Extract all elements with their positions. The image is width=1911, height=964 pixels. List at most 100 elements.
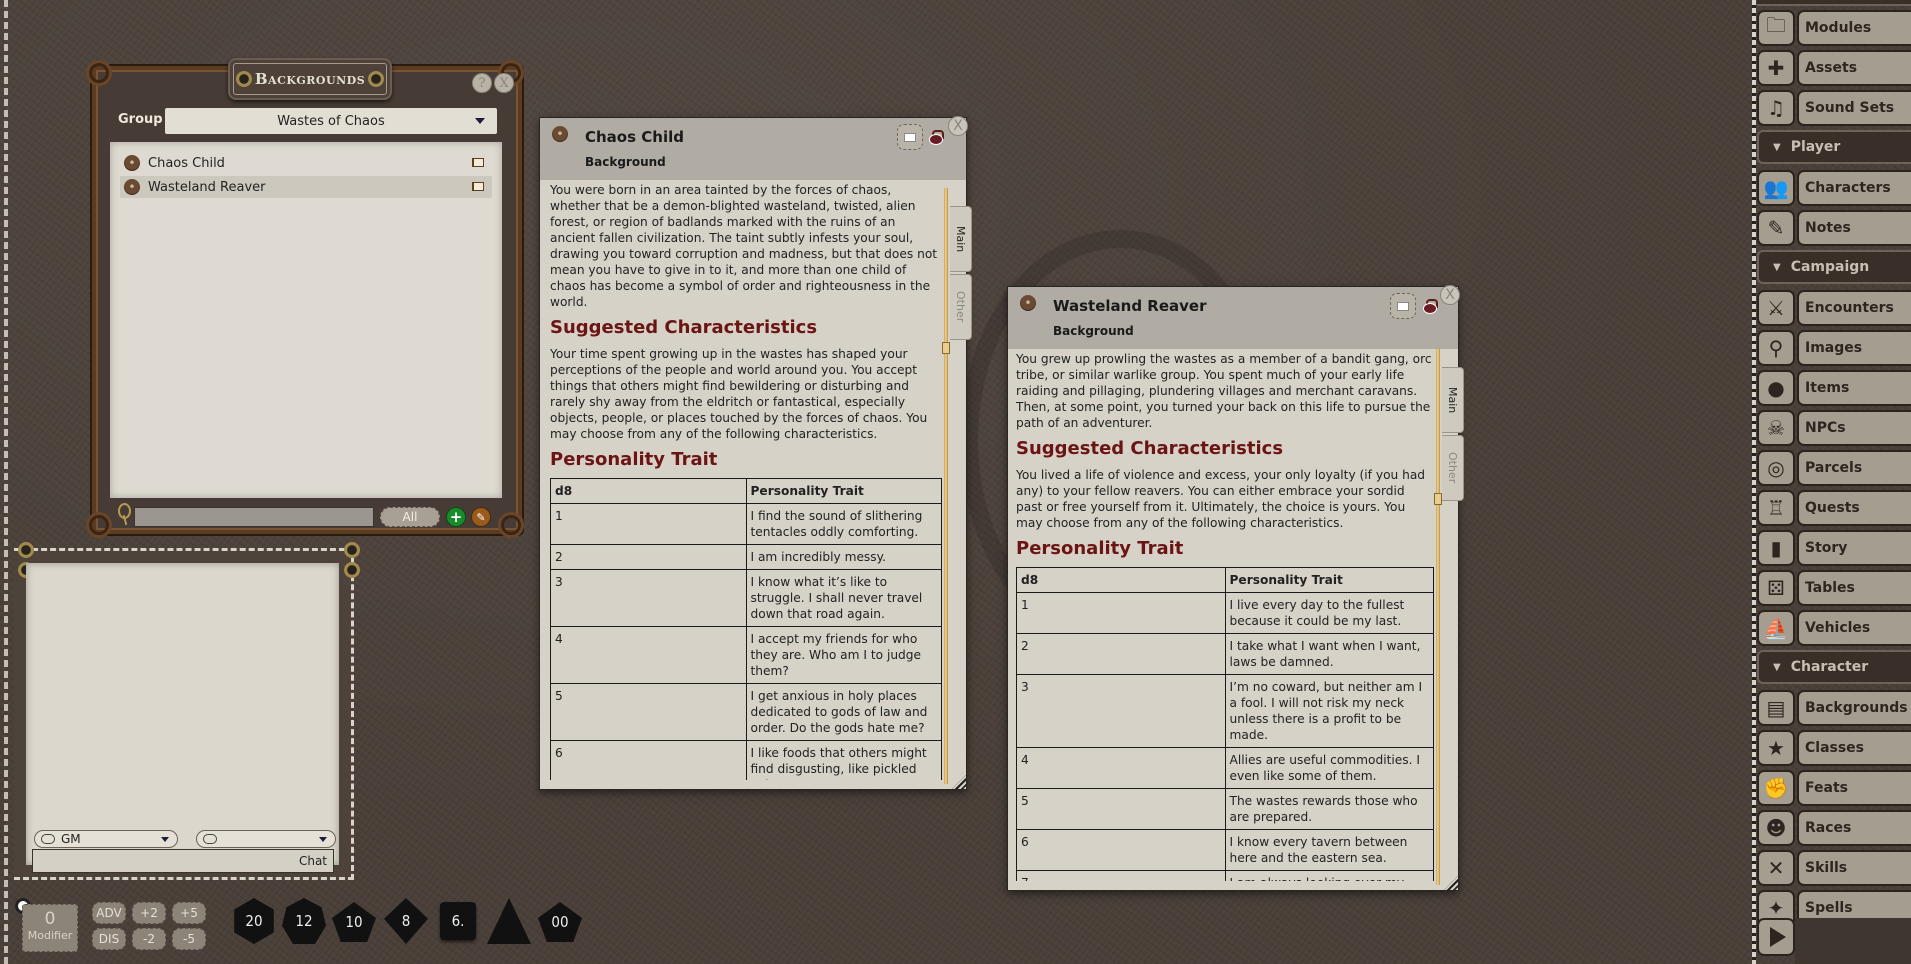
share-button[interactable] [1390,293,1416,319]
window-title-plate[interactable]: Backgrounds [228,58,392,100]
book-icon[interactable] [472,182,484,191]
scrollbar[interactable] [944,188,948,784]
dice-icon[interactable]: ⚄ [1757,570,1795,606]
sidebar-item-label[interactable]: Sound Sets [1797,90,1911,126]
d12-die-icon[interactable]: 12 [282,898,326,944]
list-item[interactable]: Chaos Child [120,152,492,174]
d4-die-icon[interactable]: 4 [487,898,531,944]
folder-icon[interactable]: 🗀 [1757,10,1795,46]
close-button[interactable]: X [948,116,968,136]
help-button[interactable]: ? [472,73,492,93]
sidebar-item-label[interactable]: Backgrounds [1797,690,1911,726]
sidebar-item-label[interactable]: Parcels [1797,450,1911,486]
filter-all-button[interactable]: All [380,507,440,527]
tab-other[interactable]: Other [950,274,972,340]
minus-5-button[interactable]: -5 [172,928,206,950]
sidebar-item-label[interactable]: Items [1797,370,1911,406]
loot-bag-icon[interactable]: ● [1757,370,1795,406]
sailboat-icon[interactable]: ⛵ [1757,610,1795,646]
d20-die-icon[interactable]: 20 [234,898,274,944]
chalice-icon[interactable]: ♖ [1757,490,1795,526]
sidebar-item-npcs[interactable]: ☠ NPCs [1757,410,1911,446]
sidebar-item-label[interactable]: Vehicles [1797,610,1911,646]
resize-handle[interactable] [952,775,966,789]
tools-icon[interactable]: ✕ [1757,850,1795,886]
d6-die-icon[interactable]: 6. [440,902,476,940]
sidebar-item-label[interactable]: Images [1797,330,1911,366]
record-content[interactable]: You were born in an area tainted by the … [550,182,942,780]
sidebar-item-label[interactable]: Characters [1797,170,1911,206]
sidebar-item-skills[interactable]: ✕ Skills [1757,850,1911,886]
sidebar-item-label[interactable]: Feats [1797,770,1911,806]
book-icon[interactable] [472,158,484,167]
crossed-swords-icon[interactable]: ⚔ [1757,290,1795,326]
sidebar-section-player[interactable]: ▼ Player [1757,130,1911,164]
map-pin-icon[interactable]: ⚲ [1757,330,1795,366]
close-button[interactable]: X [1440,285,1460,305]
chat-log[interactable] [26,563,339,865]
sidebar-item-vehicles[interactable]: ⛵ Vehicles [1757,610,1911,646]
chat-language-select[interactable] [196,830,336,848]
minus-2-button[interactable]: -2 [132,928,166,950]
shield-star-icon[interactable]: ★ [1757,730,1795,766]
record-link-icon[interactable] [124,155,140,171]
music-notes-icon[interactable]: ♫ [1757,90,1795,126]
sidebar-section-campaign[interactable]: ▼ Campaign [1757,250,1911,284]
record-link-icon[interactable] [552,126,568,142]
d8-die-icon[interactable]: 8 [384,898,428,944]
sidebar-item-label[interactable]: Classes [1797,730,1911,766]
sidebar-item-backgrounds[interactable]: ▤ Backgrounds [1757,690,1911,726]
close-button[interactable]: X [494,73,514,93]
plus-2-button[interactable]: +2 [132,902,166,924]
dis-button[interactable]: DIS [92,928,126,950]
d10-die-icon[interactable]: 10 [332,902,376,942]
sidebar-item-assets[interactable]: ✚ Assets [1757,50,1911,86]
add-button[interactable]: + [446,507,466,527]
sidebar-section-character[interactable]: ▼ Character [1757,650,1911,684]
sidebar-item-images[interactable]: ⚲ Images [1757,330,1911,366]
document-search-icon[interactable]: ▤ [1757,690,1795,726]
sidebar-item-encounters[interactable]: ⚔ Encounters [1757,290,1911,326]
edit-button[interactable]: ✎ [471,507,491,527]
sidebar-item-label[interactable]: Notes [1797,210,1911,246]
record-link-icon[interactable] [124,179,140,195]
sidebar-item-label[interactable]: Assets [1797,50,1911,86]
resize-handle[interactable] [1444,876,1458,890]
tab-main[interactable]: Main [950,206,972,272]
tab-main[interactable]: Main [1442,367,1464,433]
fist-icon[interactable]: ✊ [1757,770,1795,806]
lock-icon[interactable] [1424,299,1438,313]
book-icon[interactable]: ▮ [1757,530,1795,566]
puzzle-icon[interactable]: ✚ [1757,50,1795,86]
record-title[interactable]: Chaos Child [585,128,684,146]
group-select[interactable]: Wastes of Chaos [165,108,497,134]
sidebar-item-classes[interactable]: ★ Classes [1757,730,1911,766]
sidebar-item-items[interactable]: ● Items [1757,370,1911,406]
sidebar-item-races[interactable]: ☻ Races [1757,810,1911,846]
lock-icon[interactable] [930,130,944,144]
play-button[interactable] [1757,918,1795,956]
sidebar-item-notes[interactable]: ✎ Notes [1757,210,1911,246]
adv-button[interactable]: ADV [92,902,126,924]
sidebar-item-feats[interactable]: ✊ Feats [1757,770,1911,806]
d100-die-icon[interactable]: 00 [538,902,582,942]
skull-icon[interactable]: ☠ [1757,410,1795,446]
coins-icon[interactable]: ◎ [1757,450,1795,486]
list-item[interactable]: Wasteland Reaver [120,176,492,198]
search-input[interactable] [134,507,374,527]
record-title[interactable]: Wasteland Reaver [1053,297,1207,315]
sidebar-item-label[interactable]: NPCs [1797,410,1911,446]
notepad-icon[interactable]: ✎ [1757,210,1795,246]
chat-identity-select[interactable]: GM [34,830,178,848]
record-content[interactable]: You grew up prowling the wastes as a mem… [1016,351,1434,881]
share-button[interactable] [897,124,923,150]
tab-other[interactable]: Other [1442,435,1464,501]
sidebar-item-label[interactable]: Modules [1797,10,1911,46]
sidebar-item-label[interactable]: Story [1797,530,1911,566]
sidebar-item-modules[interactable]: 🗀 Modules [1757,10,1911,46]
sidebar-item-label[interactable]: Quests [1797,490,1911,526]
plus-5-button[interactable]: +5 [172,902,206,924]
sidebar-item-label[interactable]: Races [1797,810,1911,846]
sidebar-item-characters[interactable]: 👥 Characters [1757,170,1911,206]
orc-face-icon[interactable]: ☻ [1757,810,1795,846]
